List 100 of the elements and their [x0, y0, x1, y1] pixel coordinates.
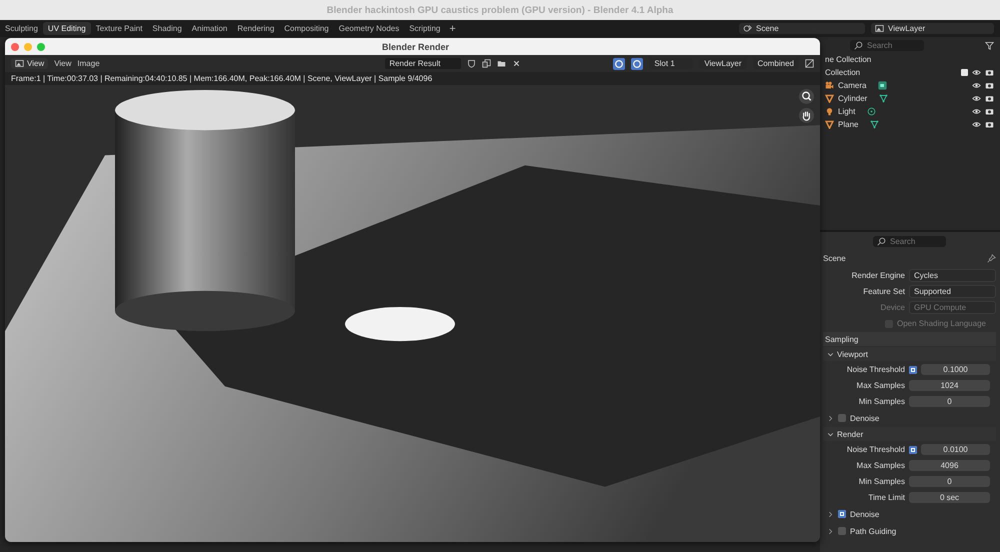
- workspace-tab[interactable]: Animation: [186, 22, 232, 35]
- shield-icon[interactable]: [467, 59, 476, 68]
- render-status: Frame:1 | Time:00:37.03 | Remaining:04:40:10.85 | Mem:166.40M, Peak:166.40M | Scene, ViewLayer | Sample 9/4096: [11, 74, 432, 83]
- checkbox-label: Open Shading Language: [897, 319, 986, 328]
- context-label: Scene: [823, 254, 846, 263]
- view-layer-selector[interactable]: ViewLayer: [871, 23, 994, 34]
- window-title: Blender Render: [382, 42, 450, 52]
- menu-item[interactable]: View: [54, 59, 72, 68]
- dropdown[interactable]: Cycles: [909, 269, 996, 282]
- dropdown[interactable]: Supported: [909, 285, 996, 298]
- panel-header[interactable]: Sampling: [823, 332, 996, 346]
- close-button[interactable]: [11, 42, 19, 50]
- mesh-data-icon[interactable]: [870, 120, 880, 129]
- number-field[interactable]: 0 sec: [909, 492, 990, 503]
- object-name[interactable]: Plane: [838, 120, 858, 129]
- search-icon: [854, 40, 863, 50]
- collection-checkbox[interactable]: [961, 69, 968, 76]
- chevron-icon[interactable]: [827, 414, 834, 422]
- field-label: Noise Threshold: [846, 365, 905, 374]
- window-title: Blender hackintosh GPU caustics problem (GPU version) - Blender 4.1 Alpha: [326, 4, 674, 16]
- eye-icon[interactable]: [972, 81, 981, 90]
- eye-icon[interactable]: [972, 94, 981, 103]
- view-dropdown[interactable]: View: [11, 58, 48, 69]
- number-field[interactable]: 0.0100: [921, 444, 990, 455]
- number-field[interactable]: 4096: [909, 460, 990, 471]
- image-icon: [875, 24, 884, 33]
- pass-dropdown[interactable]: Combined: [752, 58, 799, 69]
- pin-icon[interactable]: [987, 254, 996, 263]
- object-name[interactable]: Cylinder: [838, 94, 868, 103]
- subpanel-title[interactable]: Viewport: [837, 350, 868, 358]
- checkbox[interactable]: [909, 446, 917, 454]
- number-field[interactable]: 0: [909, 476, 990, 487]
- workspace-tab[interactable]: Rendering: [232, 22, 280, 35]
- camera-icon[interactable]: [985, 81, 994, 90]
- search-field[interactable]: Search: [850, 40, 924, 50]
- number-field[interactable]: 0: [909, 396, 990, 407]
- camera-icon[interactable]: [985, 94, 994, 103]
- image-icon: [15, 59, 24, 68]
- field-label: Min Samples: [858, 397, 905, 406]
- folder-icon[interactable]: [497, 59, 506, 68]
- field-label: Max Samples: [856, 381, 905, 390]
- mesh-data-icon[interactable]: [879, 94, 888, 103]
- subpanel-title[interactable]: Path Guiding: [850, 526, 896, 536]
- zoom-icon[interactable]: [799, 89, 814, 104]
- display-icon[interactable]: [805, 59, 814, 68]
- camera-icon[interactable]: [985, 68, 994, 77]
- checkbox[interactable]: [838, 527, 846, 535]
- menu-item[interactable]: Image: [77, 59, 100, 68]
- chevron-icon[interactable]: [827, 510, 834, 518]
- chevron-icon[interactable]: [827, 528, 834, 534]
- camera-icon[interactable]: [985, 120, 994, 129]
- scene-selector[interactable]: Scene: [739, 23, 865, 34]
- workspace-tab[interactable]: Geometry Nodes: [334, 22, 404, 35]
- subpanel-title[interactable]: Render: [837, 430, 864, 438]
- checkbox[interactable]: [838, 414, 846, 422]
- collection-label[interactable]: Collection: [825, 68, 957, 77]
- toggle-button[interactable]: [631, 58, 644, 70]
- scene-collection-label: ne Collection: [825, 55, 872, 64]
- field-label: Time Limit: [867, 493, 905, 502]
- checkbox[interactable]: [909, 366, 917, 374]
- object-name[interactable]: Light: [838, 107, 856, 116]
- bulb-icon: [825, 107, 834, 116]
- number-field[interactable]: 1024: [909, 380, 990, 391]
- field-label: Max Samples: [856, 461, 905, 470]
- eye-icon[interactable]: [972, 120, 981, 129]
- add-workspace-button[interactable]: +: [445, 22, 460, 34]
- workspace-tab[interactable]: Texture Paint: [90, 22, 148, 35]
- workspace-tab[interactable]: Compositing: [279, 22, 334, 35]
- subpanel-title[interactable]: Denoise: [850, 510, 880, 518]
- field-label: Min Samples: [858, 477, 905, 486]
- slot-dropdown[interactable]: Slot 1: [649, 58, 694, 69]
- workspace-tab[interactable]: Scripting: [404, 22, 446, 35]
- hand-icon[interactable]: [799, 108, 814, 123]
- image-name-field[interactable]: Render Result: [385, 58, 462, 69]
- workspace-tab[interactable]: Shading: [147, 22, 187, 35]
- copy-icon[interactable]: [482, 59, 492, 68]
- camera-icon[interactable]: [985, 107, 994, 116]
- workspace-tab[interactable]: Sculpting: [0, 22, 43, 35]
- filter-icon[interactable]: [985, 40, 994, 50]
- workspace-tab[interactable]: UV Editing: [42, 22, 91, 35]
- chevron-icon[interactable]: [827, 350, 834, 358]
- search-icon: [877, 237, 886, 246]
- checkbox[interactable]: [838, 510, 846, 518]
- toggle-button[interactable]: [613, 58, 626, 70]
- camera-data-icon[interactable]: [878, 81, 888, 90]
- camera-object-icon: [825, 81, 834, 90]
- field-label: Feature Set: [862, 287, 905, 296]
- chevron-icon[interactable]: [827, 430, 834, 438]
- object-name[interactable]: Camera: [838, 81, 866, 90]
- search-field[interactable]: Search: [873, 236, 946, 247]
- field-label: Noise Threshold: [846, 445, 905, 454]
- mesh-icon: [825, 94, 834, 103]
- light-data-icon[interactable]: [867, 107, 876, 116]
- layer-dropdown[interactable]: ViewLayer: [699, 58, 747, 69]
- field-label: Render Engine: [850, 271, 905, 280]
- eye-icon[interactable]: [972, 107, 981, 116]
- eye-icon[interactable]: [972, 68, 981, 77]
- subpanel-title[interactable]: Denoise: [850, 414, 880, 422]
- close-icon[interactable]: [512, 59, 522, 68]
- number-field[interactable]: 0.1000: [921, 364, 990, 375]
